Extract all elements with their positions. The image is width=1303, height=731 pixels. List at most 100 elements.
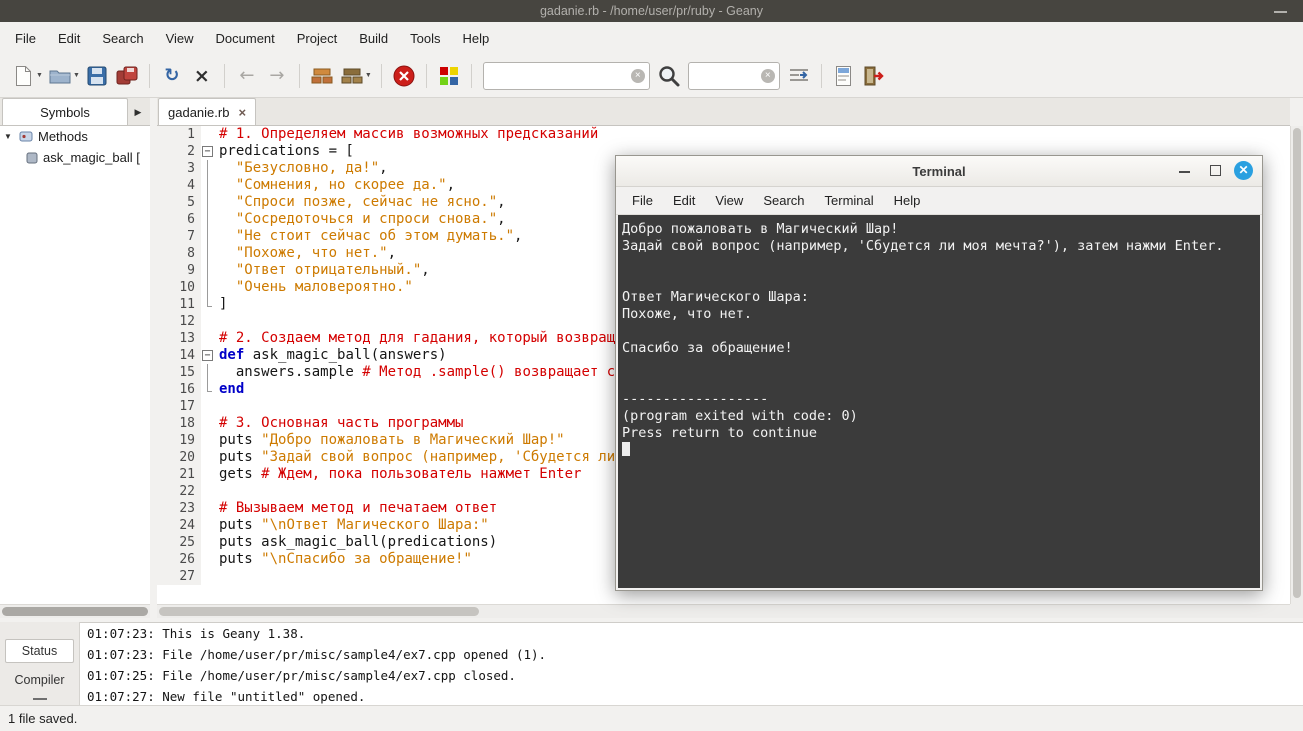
tab-gadanie-rb[interactable]: gadanie.rb ×	[158, 98, 257, 125]
fold-marker	[201, 245, 214, 262]
fold-marker[interactable]	[201, 143, 214, 160]
fold-marker	[201, 551, 214, 568]
line-number: 1	[157, 126, 201, 143]
line-number: 22	[157, 483, 201, 500]
terminal-title-bar[interactable]: Terminal ✕	[616, 156, 1262, 187]
compile-button[interactable]	[310, 62, 334, 90]
save-all-button[interactable]	[115, 62, 139, 90]
menu-tools[interactable]: Tools	[399, 25, 451, 52]
revert-icon: ↻	[164, 65, 180, 86]
tree-item-method[interactable]: ask_magic_ball [	[0, 147, 150, 168]
terminal-menu-search[interactable]: Search	[753, 189, 814, 212]
tree-item-label: Methods	[38, 129, 88, 144]
terminal-menu-edit[interactable]: Edit	[663, 189, 705, 212]
terminal-menu-view[interactable]: View	[705, 189, 753, 212]
line-number: 18	[157, 415, 201, 432]
message-tab-compiler[interactable]: Compiler	[5, 668, 74, 692]
fold-marker	[201, 296, 214, 313]
code-text: "Сомнения, но скорее да.",	[235, 177, 456, 193]
editor-vertical-scrollbar[interactable]	[1290, 126, 1303, 604]
revert-button[interactable]: ↻	[160, 62, 184, 90]
status-log[interactable]: 01:07:23: This is Geany 1.38. 01:07:23: F…	[81, 622, 1303, 705]
sidebar-horizontal-scrollbar[interactable]	[0, 604, 150, 618]
terminal-output[interactable]: Добро пожаловать в Магический Шар! Задай …	[618, 215, 1260, 588]
new-file-button[interactable]	[11, 62, 35, 90]
menu-help[interactable]: Help	[452, 25, 501, 52]
code-text: puts "Задай свой вопрос (например, 'Сбуд…	[219, 449, 641, 465]
code-text: puts ask_magic_ball(predications)	[219, 534, 498, 550]
code-text: predications = [	[219, 143, 354, 159]
new-file-dropdown-icon[interactable]: ▼	[36, 72, 43, 79]
message-tab-partial[interactable]	[32, 698, 47, 700]
symbols-sidebar[interactable]: ▼ Methods ask_magic_ball [	[0, 126, 150, 604]
terminal-close-icon[interactable]: ✕	[1234, 161, 1253, 180]
message-tab-status[interactable]: Status	[5, 639, 74, 663]
log-line: 01:07:25: File /home/user/pr/misc/sample…	[87, 668, 516, 683]
forward-button[interactable]: →	[265, 62, 289, 90]
sidebar-tabstrip: Symbols ▶	[0, 98, 150, 126]
editor-horizontal-scrollbar[interactable]	[157, 604, 1290, 618]
terminal-maximize-icon[interactable]	[1210, 165, 1221, 176]
code-text: def ask_magic_ball(answers)	[219, 347, 447, 363]
toolbar-separator	[223, 63, 225, 88]
close-icon: ×	[193, 64, 210, 87]
build-button[interactable]	[340, 62, 364, 90]
status-bar-text: 1 file saved.	[8, 711, 78, 726]
save-all-icon	[116, 66, 138, 84]
toolbar-separator	[148, 63, 150, 88]
title-bar[interactable]: gadanie.rb - /home/user/pr/ruby - Geany	[0, 0, 1303, 22]
search-clear-icon[interactable]: ×	[630, 68, 645, 83]
menu-build[interactable]: Build	[348, 25, 399, 52]
goto-clear-icon[interactable]: ×	[760, 68, 775, 83]
tab-close-icon[interactable]: ×	[238, 105, 246, 120]
menu-document[interactable]: Document	[205, 25, 286, 52]
open-button[interactable]	[48, 62, 72, 90]
scrollbar-thumb[interactable]	[1293, 128, 1301, 598]
menu-edit[interactable]: Edit	[47, 25, 91, 52]
back-button[interactable]: ←	[235, 62, 259, 90]
scrollbar-corner	[150, 604, 157, 618]
code-text: # Вызываем метод и печатаем ответ	[219, 500, 498, 516]
fold-marker	[201, 194, 214, 211]
open-dropdown-icon[interactable]: ▼	[73, 72, 80, 79]
code-text: "Похоже, что нет.",	[235, 245, 397, 261]
color-chooser-button[interactable]	[437, 62, 461, 90]
menu-file[interactable]: File	[4, 25, 47, 52]
fold-marker	[201, 126, 214, 143]
goto-line-input[interactable]	[688, 68, 891, 83]
sidebar-tab-next-icon[interactable]: ▶	[128, 99, 148, 125]
close-button[interactable]: ×	[190, 62, 214, 90]
terminal-minimize-icon[interactable]	[1179, 171, 1190, 173]
line-number: 21	[157, 466, 201, 483]
line-number: 14	[157, 347, 201, 364]
menu-project[interactable]: Project	[286, 25, 348, 52]
code-line[interactable]: 1 # 1. Определяем массив возможных предск…	[157, 126, 1290, 143]
terminal-menu-terminal[interactable]: Terminal	[815, 189, 884, 212]
terminal-window[interactable]: Terminal ✕ File Edit View Search Terminal Hel…	[615, 155, 1263, 591]
build-dropdown-icon[interactable]: ▼	[365, 72, 372, 79]
sidebar-splitter[interactable]	[150, 126, 157, 604]
menu-search[interactable]: Search	[91, 25, 154, 52]
scrollbar-thumb[interactable]	[2, 607, 148, 616]
search-input[interactable]	[483, 68, 686, 83]
window-title: gadanie.rb - /home/user/pr/ruby - Geany	[539, 4, 764, 18]
minimize-icon[interactable]	[1274, 11, 1287, 13]
code-text: # 1. Определяем массив возможных предска…	[219, 126, 599, 142]
save-button[interactable]	[85, 62, 109, 90]
menu-view[interactable]: View	[155, 25, 205, 52]
tree-item-methods[interactable]: ▼ Methods	[0, 126, 150, 147]
stop-button[interactable]	[392, 62, 416, 90]
terminal-menu-help[interactable]: Help	[884, 189, 931, 212]
fold-marker[interactable]	[201, 347, 214, 364]
tab-symbols[interactable]: Symbols	[2, 98, 128, 125]
fold-marker	[201, 330, 214, 347]
line-number: 19	[157, 432, 201, 449]
code-text: # 3. Основная часть программы	[219, 415, 464, 431]
terminal-menu-file[interactable]: File	[622, 189, 663, 212]
expander-icon[interactable]: ▼	[4, 132, 14, 141]
scrollbar-thumb[interactable]	[159, 607, 479, 616]
